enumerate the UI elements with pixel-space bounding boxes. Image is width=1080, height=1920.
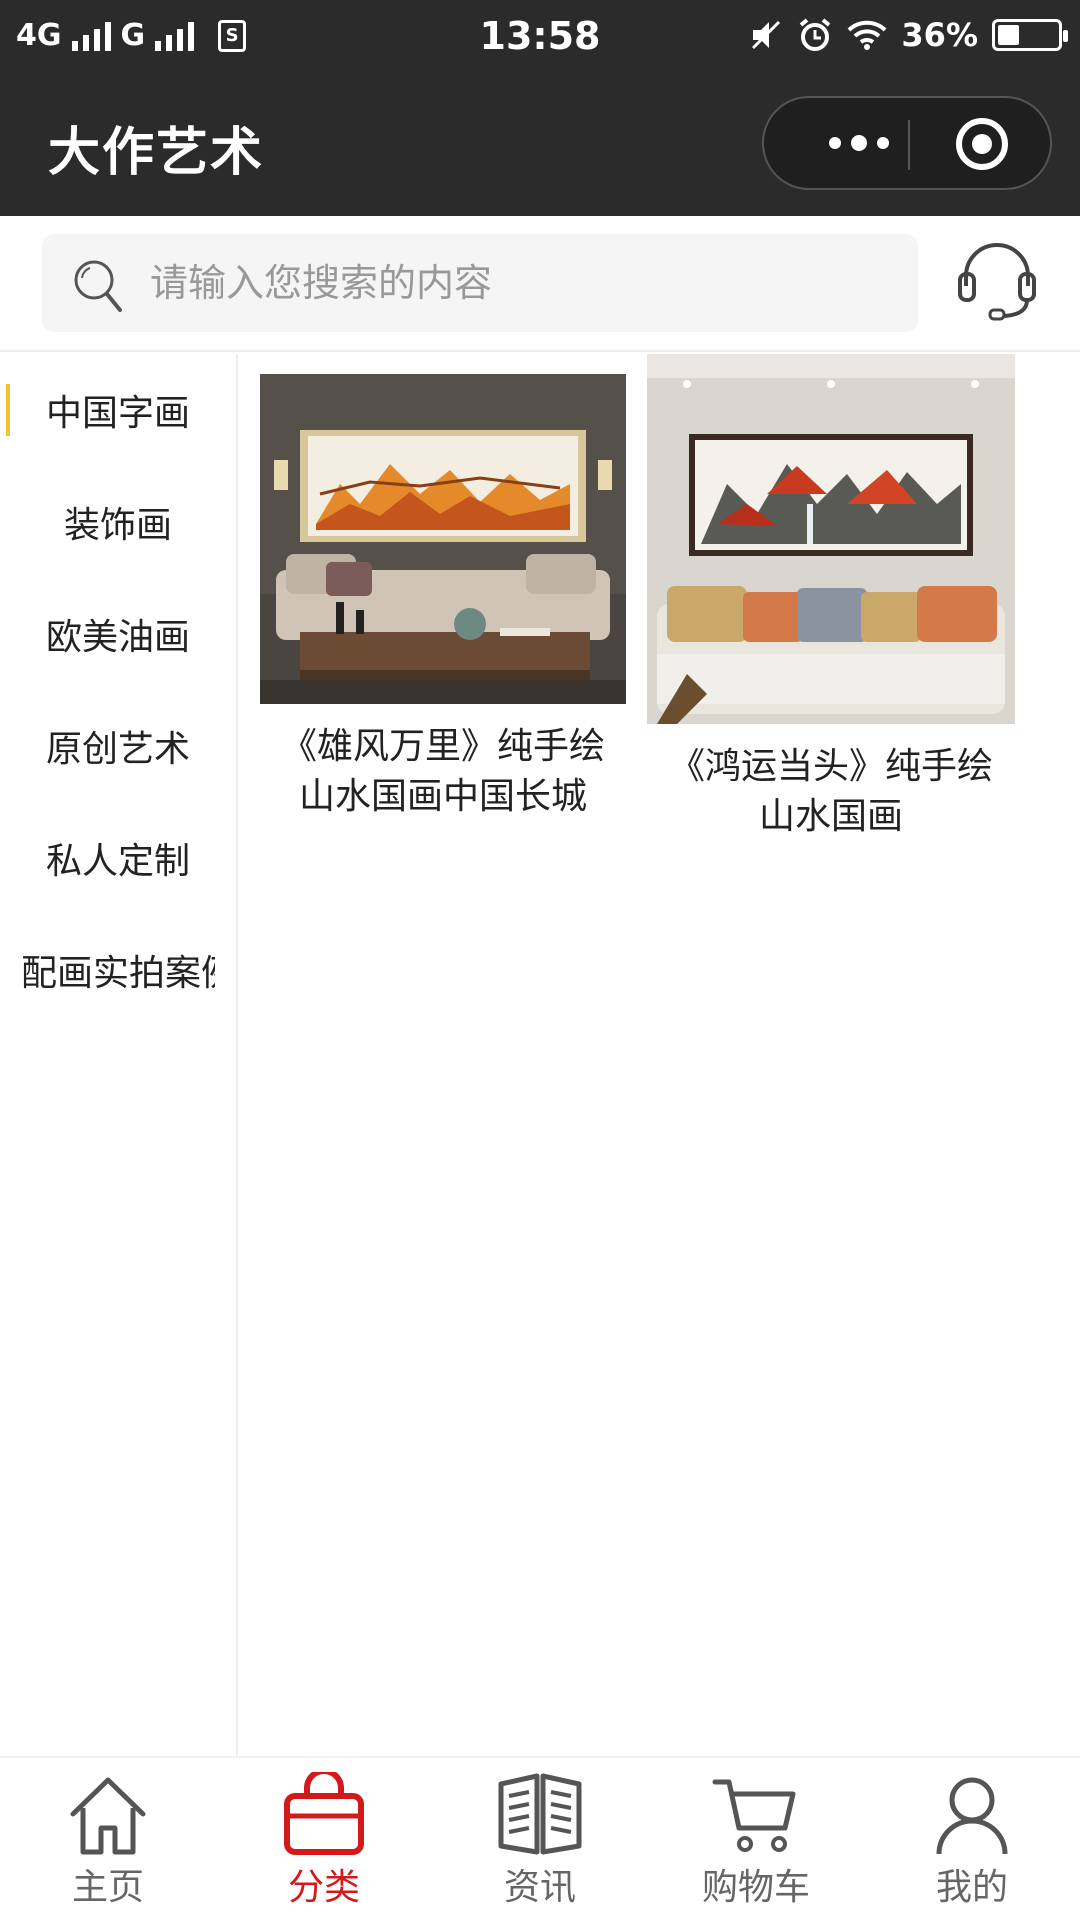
search-icon (74, 260, 122, 312)
more-options-icon[interactable] (804, 98, 914, 188)
mute-icon (752, 20, 781, 50)
sidebar-item-label: 欧美油画 (45, 617, 190, 658)
tab-label: 资讯 (503, 1867, 576, 1908)
tab-label: 我的 (935, 1867, 1008, 1908)
status-icons: 36% (749, 16, 1068, 54)
home-icon (70, 1777, 146, 1855)
mini-program-capsule (762, 96, 1052, 190)
product-title[interactable]: 《雄风万里》纯手绘山水国画中国长城 (250, 722, 636, 822)
sidebar-item-original-art[interactable]: 原创艺术 (0, 690, 236, 802)
sidebar-item-label: 装饰画 (63, 505, 172, 546)
wifi-icon (848, 20, 887, 50)
page-title: 大作艺术 (48, 123, 265, 183)
customer-service-icon[interactable] (952, 236, 1042, 326)
battery-percent: 36% (901, 16, 978, 54)
sidebar-item-label: 配画实拍案例 (21, 953, 215, 994)
sidebar-item-label: 中国字画 (45, 393, 190, 434)
tab-label: 分类 (287, 1867, 360, 1908)
close-miniprogram-icon[interactable] (956, 118, 1008, 170)
tab-home[interactable]: 主页 (0, 1758, 216, 1920)
user-icon (936, 1777, 1008, 1855)
product-card[interactable]: 《鸿运当头》纯手绘山水国画 (638, 354, 1024, 842)
search-row (0, 216, 1080, 352)
status-bar: 4G G S 13:58 36% (0, 0, 1080, 78)
product-card[interactable]: 《雄风万里》纯手绘山水国画中国长城 (250, 374, 636, 822)
sidebar-item-custom[interactable]: 私人定制 (0, 802, 236, 914)
sidebar-item-label: 私人定制 (45, 841, 190, 882)
tab-profile[interactable]: 我的 (864, 1758, 1080, 1920)
sidebar-item-chinese-painting[interactable]: 中国字画 (0, 354, 236, 466)
capsule-divider (908, 120, 910, 170)
tab-cart[interactable]: 购物车 (648, 1758, 864, 1920)
sidebar-item-western-oil[interactable]: 欧美油画 (0, 578, 236, 690)
product-grid: 《雄风万里》纯手绘山水国画中国长城 《鸿运当头》纯手绘山水国画 (240, 354, 1080, 1756)
tab-label: 购物车 (701, 1867, 810, 1908)
title-bar: 大作艺术 (0, 78, 1080, 216)
search-input[interactable] (150, 234, 890, 332)
product-title[interactable]: 《鸿运当头》纯手绘山水国画 (638, 742, 1024, 842)
battery-icon (992, 19, 1068, 51)
alarm-icon (800, 18, 831, 51)
sidebar-item-cases[interactable]: 配画实拍案例 (0, 914, 236, 1026)
shopping-bag-icon (284, 1772, 364, 1855)
category-sidebar: 中国字画 装饰画 欧美油画 原创艺术 私人定制 配画实拍案例 (0, 354, 238, 1756)
sidebar-item-decorative-painting[interactable]: 装饰画 (0, 466, 236, 578)
news-book-icon (498, 1773, 582, 1855)
cart-icon (712, 1779, 796, 1852)
tab-label: 主页 (71, 1867, 144, 1908)
product-image[interactable] (647, 354, 1015, 724)
search-box[interactable] (42, 234, 918, 332)
bottom-tab-bar: 主页 分类 资讯 购物车 我的 (0, 1756, 1080, 1920)
tab-news[interactable]: 资讯 (432, 1758, 648, 1920)
tab-category[interactable]: 分类 (216, 1758, 432, 1920)
sidebar-item-label: 原创艺术 (45, 729, 190, 770)
product-image[interactable] (260, 374, 626, 704)
